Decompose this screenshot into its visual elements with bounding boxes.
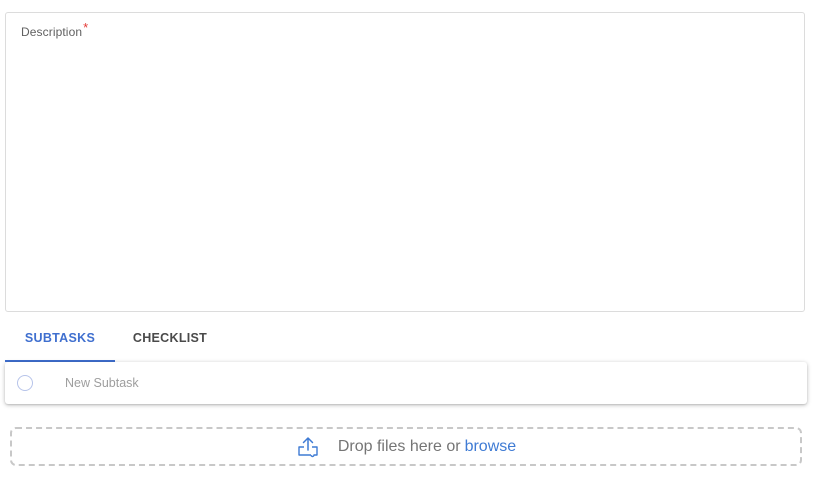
required-indicator: * — [83, 20, 89, 35]
description-label-text: Description — [21, 25, 83, 39]
browse-link[interactable]: browse — [465, 438, 517, 456]
description-field[interactable]: Description * — [5, 12, 805, 312]
description-label: Description * — [21, 20, 88, 39]
upload-icon — [296, 435, 320, 459]
dropzone-text: Drop files here or — [337, 437, 461, 455]
new-subtask-row — [5, 362, 807, 404]
tab-checklist[interactable]: CHECKLIST — [115, 316, 225, 362]
task-form: Description* SUBTASKS CHECKLIST Drop fil… — [0, 0, 823, 485]
file-dropzone[interactable]: Drop files here or browse — [10, 427, 802, 466]
new-subtask-input[interactable] — [63, 375, 667, 391]
tab-subtasks[interactable]: SUBTASKS — [5, 316, 115, 362]
subtask-radio-circle[interactable] — [17, 375, 33, 391]
tab-bar: SUBTASKS CHECKLIST — [5, 316, 225, 362]
